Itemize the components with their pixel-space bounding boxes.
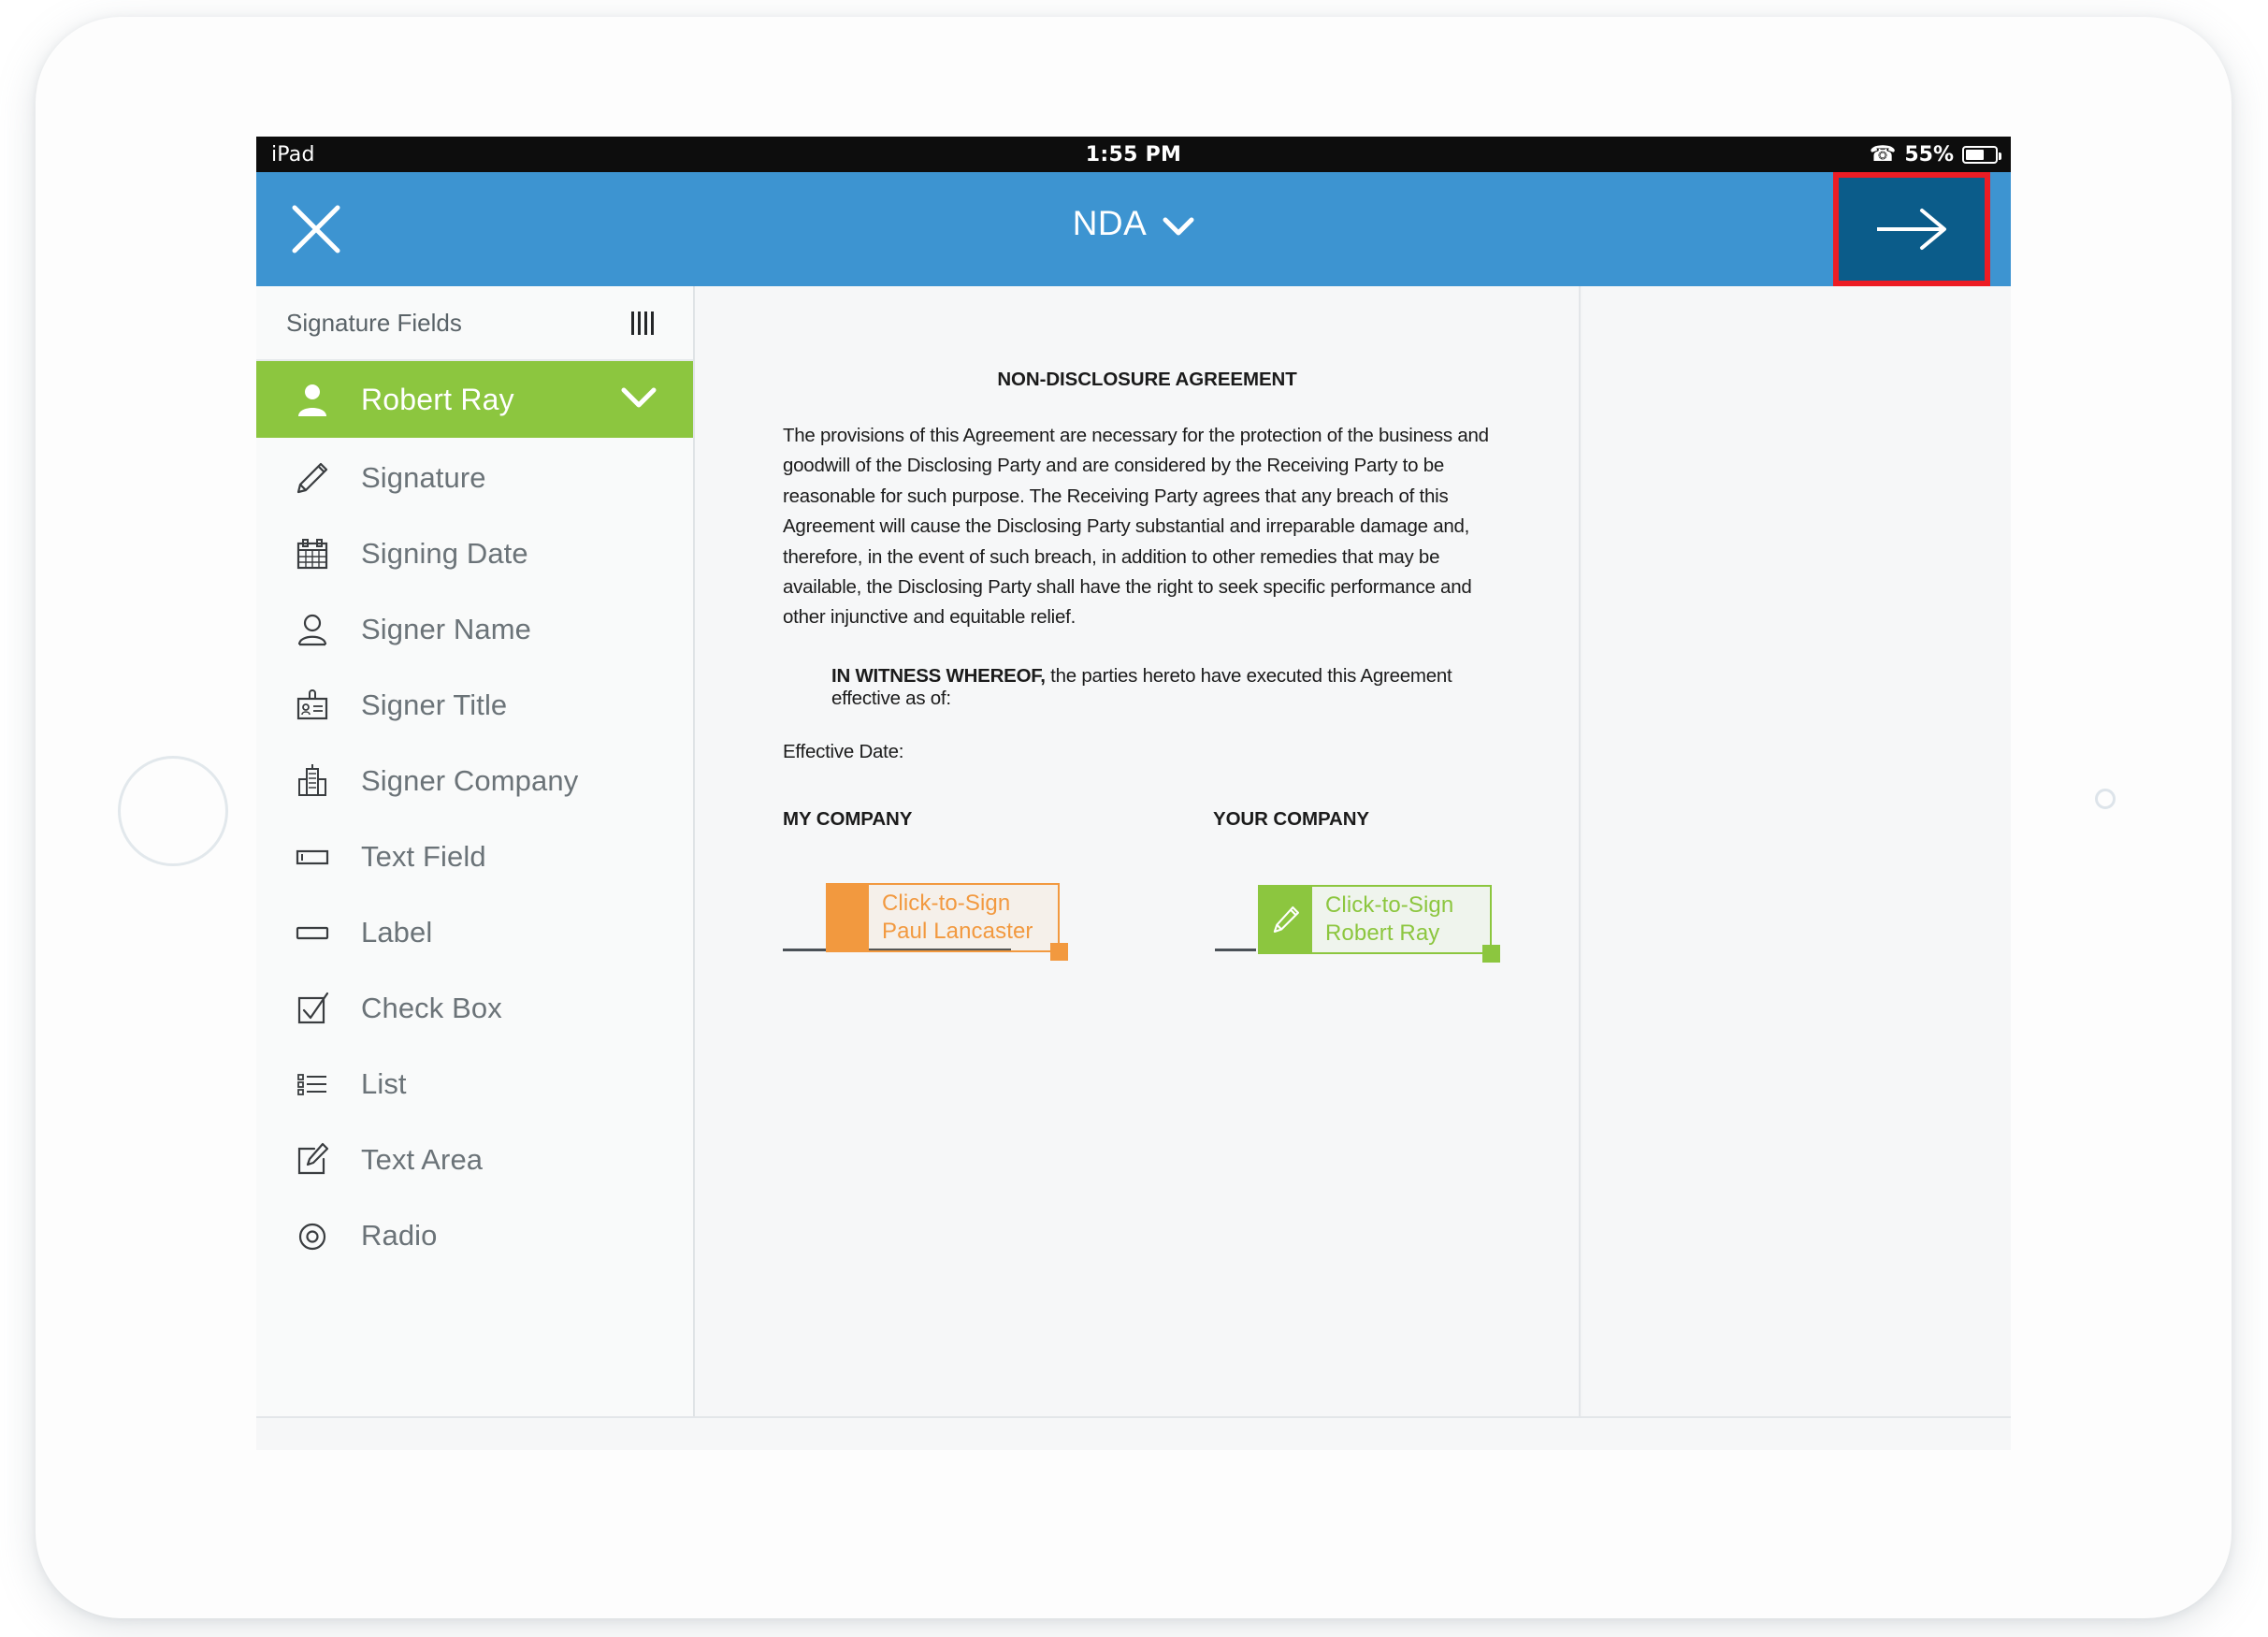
document-content: NON-DISCLOSURE AGREEMENT The provisions … — [783, 369, 1511, 995]
id-badge-icon — [286, 686, 339, 725]
field-signer-name: Paul Lancaster — [882, 918, 1033, 944]
field-action-label: Click-to-Sign — [1325, 892, 1454, 919]
company-columns: MY COMPANY YOUR COMPANY — [783, 808, 1511, 831]
resize-handle-icon[interactable] — [1482, 944, 1500, 963]
resize-handle-icon[interactable] — [1050, 942, 1068, 961]
sidebar-item-label: Text Field — [361, 839, 486, 873]
sidebar-item-label: Signer Company — [361, 763, 579, 797]
sidebar-item-label: Signing Date — [361, 536, 528, 570]
sidebar-item-radio[interactable]: Radio — [256, 1197, 693, 1273]
sidebar-item-signer-name[interactable]: Signer Name — [256, 591, 693, 667]
signature-field-robert-ray[interactable]: Click-to-Sign Robert Ray — [1258, 884, 1500, 963]
field-type-list: Signature Signing Date Signer Name Signe… — [256, 438, 693, 1273]
pen-icon — [286, 458, 339, 498]
pen-icon — [1260, 886, 1312, 952]
vertical-bars-icon[interactable] — [631, 311, 654, 335]
sidebar-item-text-field[interactable]: Text Field — [256, 818, 693, 894]
signature-fields-row: Click-to-Sign Paul Lancaster Click-to-Si… — [783, 882, 1511, 995]
effective-date-label: Effective Date: — [783, 740, 904, 762]
arrow-right-icon — [1877, 209, 1946, 250]
your-company-label: YOUR COMPANY — [1213, 807, 1369, 830]
app-header: NDA — [256, 172, 2011, 286]
sidebar-item-label: Signer Title — [361, 688, 508, 721]
viewer-bottom-divider — [256, 1416, 2011, 1418]
witness-bold-text: IN WITNESS WHEREOF, — [831, 664, 1046, 687]
status-clock: 1:55 PM — [1085, 142, 1182, 167]
signature-line-your-company — [1215, 948, 1256, 951]
document-viewer[interactable]: NON-DISCLOSURE AGREEMENT The provisions … — [697, 286, 2011, 1418]
home-button[interactable] — [118, 756, 228, 866]
person-filled-icon — [286, 382, 339, 417]
sidebar-item-label: Signer Name — [361, 612, 532, 645]
sidebar-signer-row[interactable]: Robert Ray — [256, 361, 693, 438]
document-paragraph: The provisions of this Agreement are nec… — [783, 425, 1489, 629]
label-icon — [286, 913, 339, 952]
document-page: NON-DISCLOSURE AGREEMENT The provisions … — [697, 286, 1581, 1418]
document-heading: NON-DISCLOSURE AGREEMENT — [997, 369, 1297, 390]
sidebar-item-label: Text Area — [361, 1142, 484, 1176]
radio-icon — [286, 1216, 339, 1255]
ipad-device-frame: iPad 1:55 PM ☎ 55% NDA Signature Fields … — [36, 17, 2232, 1618]
list-icon — [286, 1065, 339, 1104]
person-outline-icon — [286, 610, 339, 649]
signature-fields-sidebar: Signature Fields Robert Ray Signature Si… — [256, 286, 695, 1418]
field-signer-name: Robert Ray — [1325, 920, 1440, 946]
sidebar-item-signing-date[interactable]: Signing Date — [256, 515, 693, 591]
sidebar-item-signature[interactable]: Signature — [256, 440, 693, 515]
document-gutter — [1582, 286, 2011, 1418]
sidebar-item-list[interactable]: List — [256, 1046, 693, 1122]
sidebar-item-label: Radio — [361, 1218, 438, 1252]
sidebar-header: Signature Fields — [256, 286, 693, 361]
sidebar-title: Signature Fields — [286, 308, 462, 337]
next-step-button[interactable] — [1833, 172, 1990, 286]
chevron-down-icon[interactable] — [620, 385, 657, 414]
document-witness-line: IN WITNESS WHEREOF, the parties hereto h… — [831, 665, 1511, 710]
checkbox-icon — [286, 989, 339, 1028]
sidebar-item-label: Check Box — [361, 991, 502, 1024]
sidebar-item-text-area[interactable]: Text Area — [256, 1122, 693, 1197]
battery-icon — [1962, 145, 2001, 164]
text-area-icon — [286, 1140, 339, 1180]
device-screen: iPad 1:55 PM ☎ 55% NDA Signature Fields … — [256, 137, 2011, 1450]
battery-percent-label: 55% — [1904, 142, 1954, 167]
sidebar-item-signer-company[interactable]: Signer Company — [256, 743, 693, 818]
field-action-label: Click-to-Sign — [882, 891, 1011, 917]
sidebar-item-label: Signature — [361, 460, 486, 494]
page-title: NDA — [1072, 204, 1148, 242]
signature-field-paul-lancaster[interactable]: Click-to-Sign Paul Lancaster — [826, 882, 1068, 961]
sidebar-item-label: List — [361, 1066, 407, 1100]
chevron-down-icon — [1163, 216, 1194, 237]
bluetooth-icon: ☎ — [1869, 141, 1897, 167]
app-body: Signature Fields Robert Ray Signature Si… — [256, 286, 2011, 1450]
building-icon — [286, 761, 339, 801]
sidebar-item-label[interactable]: Label — [256, 894, 693, 970]
sidebar-signer-name: Robert Ray — [361, 382, 514, 416]
calendar-icon — [286, 534, 339, 573]
front-camera — [2095, 789, 2116, 809]
sidebar-item-label: Label — [361, 915, 433, 949]
status-bar: iPad 1:55 PM ☎ 55% — [256, 137, 2011, 172]
text-field-icon — [286, 837, 339, 876]
sidebar-item-check-box[interactable]: Check Box — [256, 970, 693, 1046]
my-company-label: MY COMPANY — [783, 807, 913, 830]
sidebar-item-signer-title[interactable]: Signer Title — [256, 667, 693, 743]
field-color-bar — [828, 884, 869, 950]
document-title-dropdown[interactable]: NDA — [256, 204, 2011, 243]
status-indicators: ☎ 55% — [1869, 141, 2001, 167]
